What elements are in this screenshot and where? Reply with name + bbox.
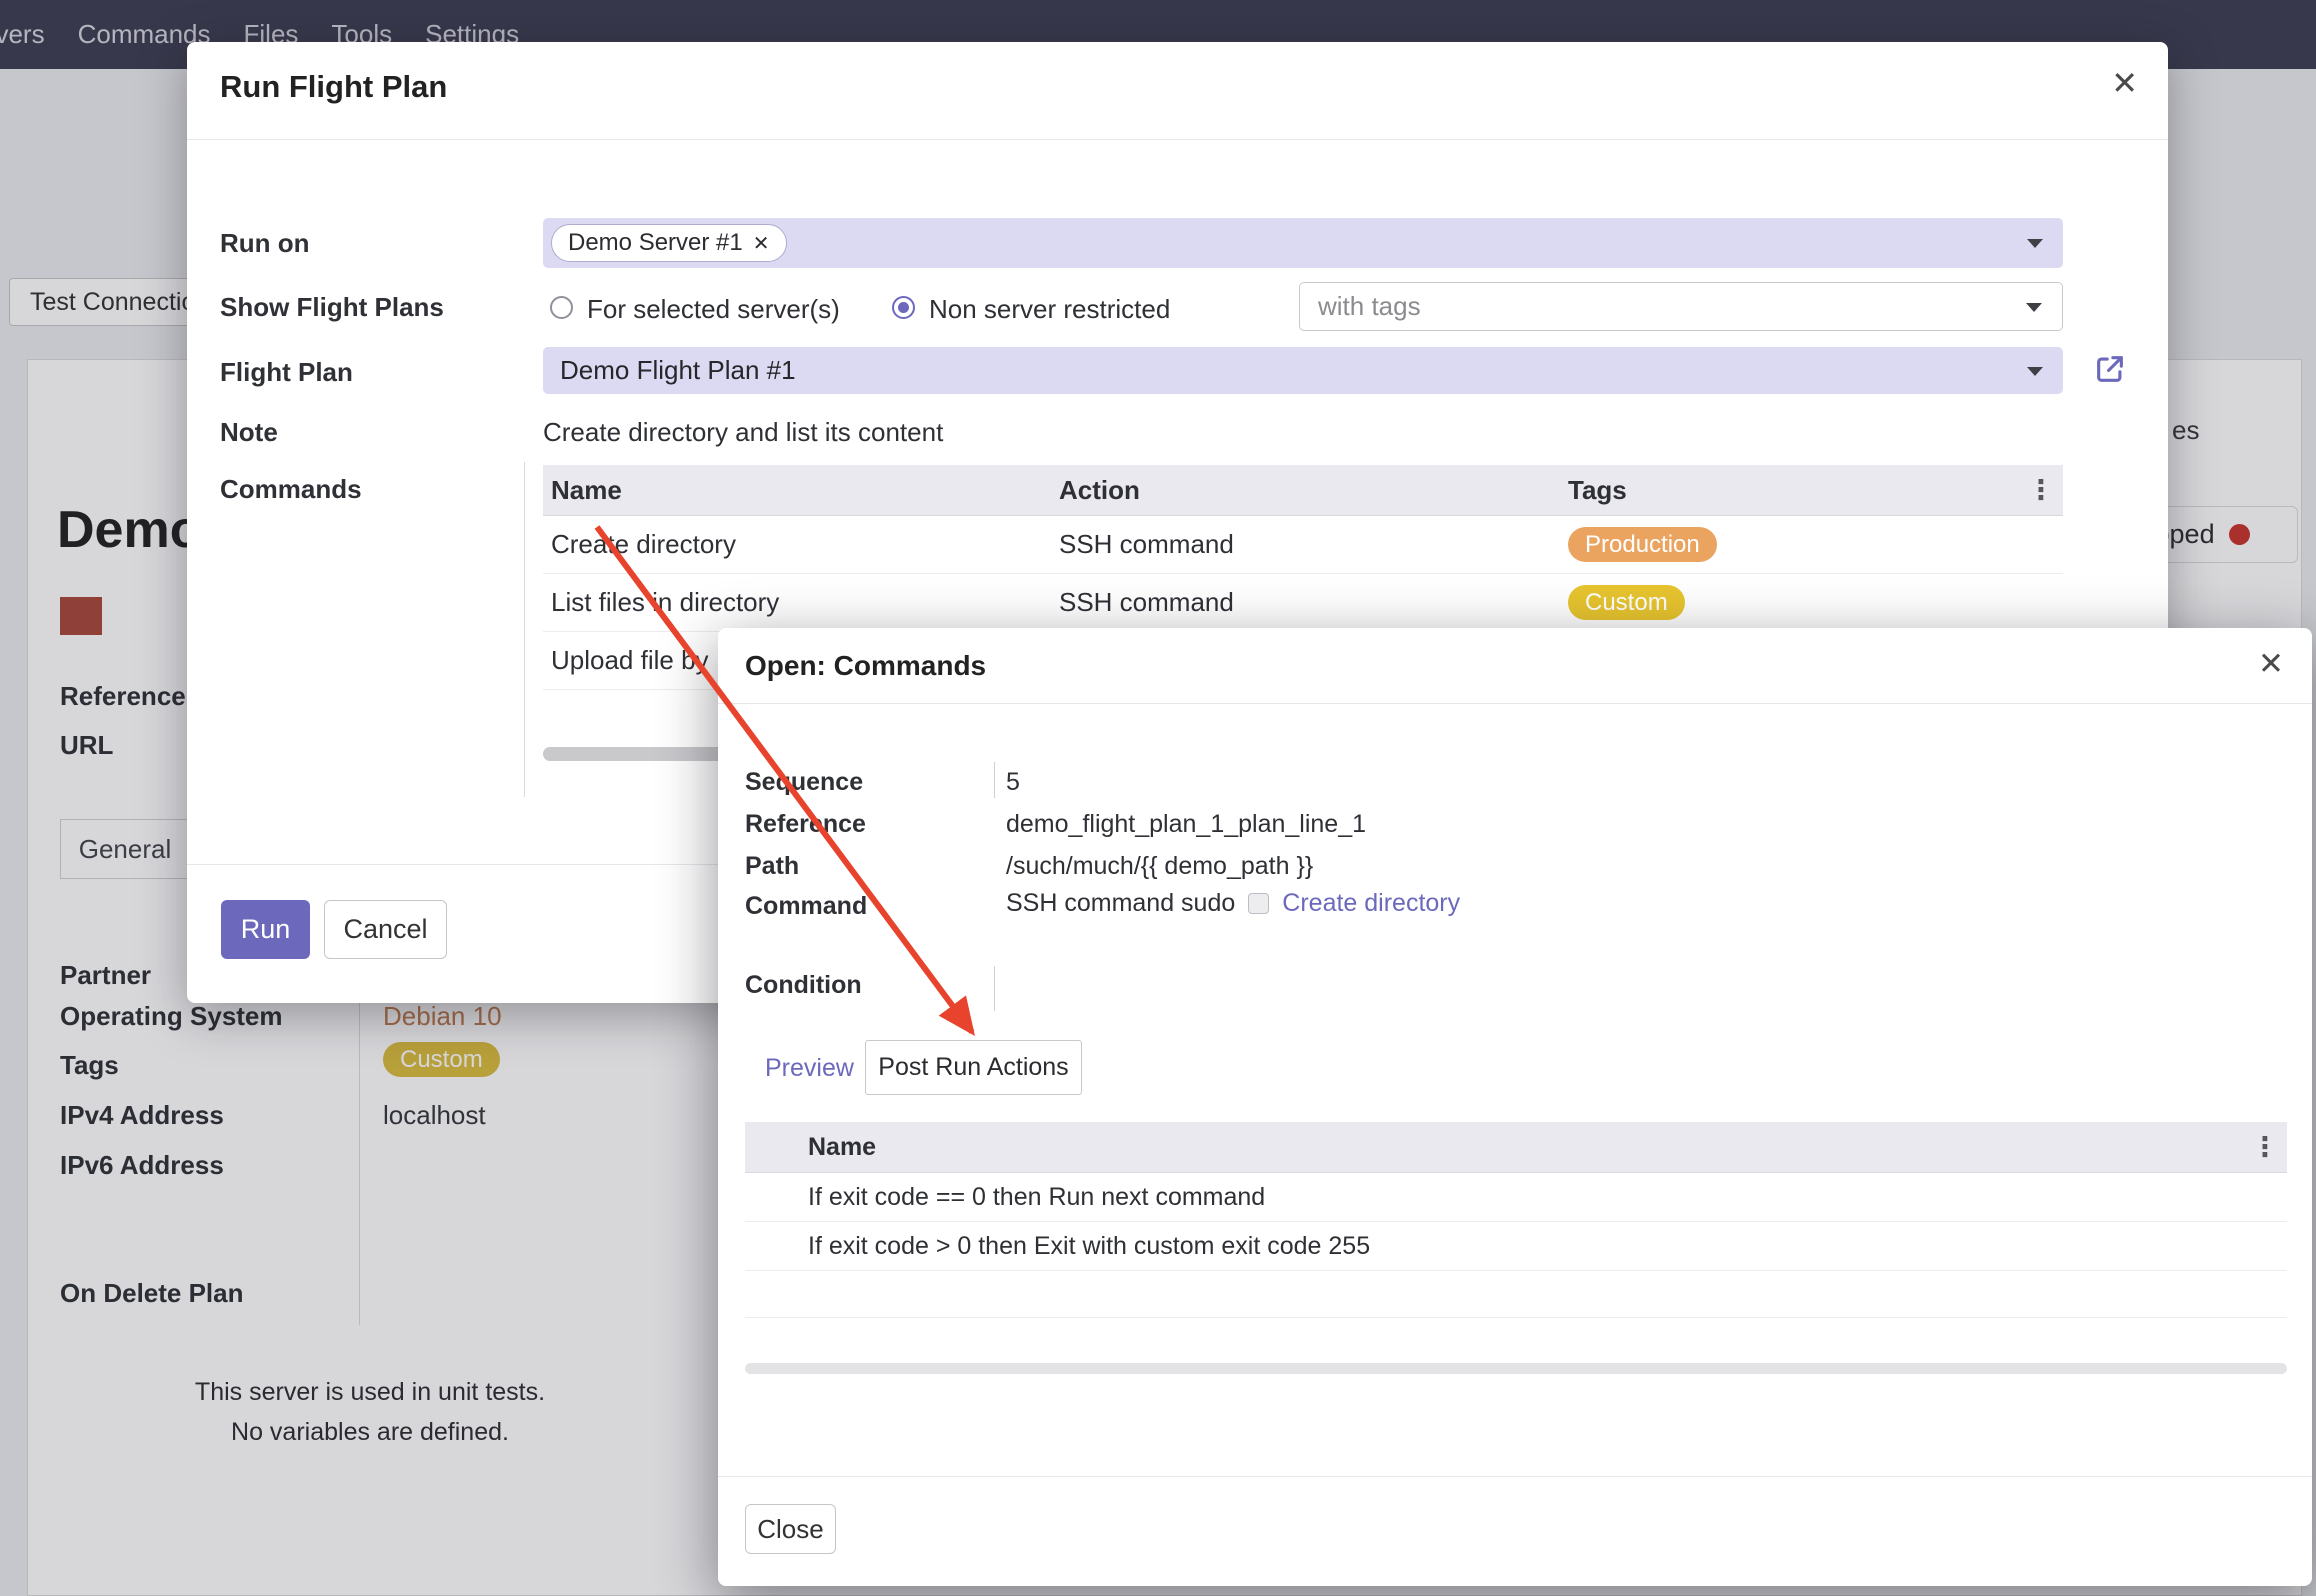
row-action: SSH command xyxy=(1059,587,1568,618)
note-value: Create directory and list its content xyxy=(543,417,943,448)
footer-divider xyxy=(718,1476,2312,1477)
chip-remove-icon[interactable]: ✕ xyxy=(753,231,770,256)
sequence-label: Sequence xyxy=(745,768,863,797)
tag-badge-production[interactable]: Production xyxy=(1568,527,1717,562)
chevron-down-icon xyxy=(2026,303,2042,312)
tab-post-run-actions-label: Post Run Actions xyxy=(878,1053,1068,1082)
close-button[interactable]: Close xyxy=(745,1504,836,1554)
path-value: /such/much/{{ demo_path }} xyxy=(1006,852,1313,881)
show-flight-plans-label: Show Flight Plans xyxy=(220,292,444,323)
command-value: SSH command sudo xyxy=(1006,889,1235,918)
radio-selected-servers-label[interactable]: For selected server(s) xyxy=(587,294,840,325)
chevron-down-icon xyxy=(2027,239,2043,248)
table-row[interactable]: If exit code == 0 then Run next command xyxy=(745,1173,2287,1222)
row-name: Create directory xyxy=(543,529,1059,560)
condition-label: Condition xyxy=(745,971,862,1000)
flight-plan-select[interactable]: Demo Flight Plan #1 xyxy=(543,347,2063,394)
with-tags-placeholder: with tags xyxy=(1318,291,1421,322)
run-button[interactable]: Run xyxy=(221,900,310,959)
create-directory-link[interactable]: Create directory xyxy=(1282,889,1460,918)
radio-non-restricted[interactable] xyxy=(892,296,915,319)
server-chip-label: Demo Server #1 xyxy=(568,229,743,257)
sequence-value: 5 xyxy=(1006,768,1020,797)
screen: Servers Commands Files Tools Settings Te… xyxy=(0,0,2316,1596)
reference-label: Reference xyxy=(745,810,866,839)
table-row[interactable]: If exit code > 0 then Exit with custom e… xyxy=(745,1222,2287,1271)
external-link-icon[interactable] xyxy=(2093,352,2127,386)
open-commands-modal: Open: Commands ✕ Sequence Reference Path… xyxy=(718,628,2312,1586)
col-header-name[interactable]: Name xyxy=(808,1133,2243,1162)
actions-table: Name ⋮ If exit code == 0 then Run next c… xyxy=(745,1122,2287,1318)
row-action: SSH command xyxy=(1059,529,1568,560)
action-row-name: If exit code == 0 then Run next command xyxy=(808,1183,2243,1212)
run-on-select[interactable]: Demo Server #1 ✕ xyxy=(543,218,2063,268)
cancel-button[interactable]: Cancel xyxy=(324,900,447,959)
header-divider xyxy=(718,703,2312,704)
note-label: Note xyxy=(220,417,278,448)
col-header-tags[interactable]: Tags xyxy=(1568,475,2019,506)
server-chip[interactable]: Demo Server #1 ✕ xyxy=(551,224,787,262)
horizontal-scrollbar[interactable] xyxy=(745,1363,2287,1374)
actions-table-header: Name ⋮ xyxy=(745,1122,2287,1173)
commands-table-header: Name Action Tags ⋮ xyxy=(543,465,2063,516)
table-row-empty[interactable] xyxy=(745,1271,2287,1318)
field-divider xyxy=(994,762,995,798)
col-header-action[interactable]: Action xyxy=(1059,475,1568,506)
run-modal-title: Run Flight Plan xyxy=(220,69,447,105)
with-tags-select[interactable]: with tags xyxy=(1299,282,2063,331)
radio-non-restricted-label[interactable]: Non server restricted xyxy=(929,294,1170,325)
table-row[interactable]: Create directory SSH command Production xyxy=(543,516,2063,574)
chevron-down-icon xyxy=(2027,367,2043,376)
flight-plan-label: Flight Plan xyxy=(220,357,353,388)
row-name: List files in directory xyxy=(543,587,1059,618)
tab-post-run-actions[interactable]: Post Run Actions xyxy=(865,1040,1082,1095)
radio-selected-servers[interactable] xyxy=(550,296,573,319)
col-header-name[interactable]: Name xyxy=(543,475,1059,506)
flight-plan-value: Demo Flight Plan #1 xyxy=(560,355,796,386)
column-options-icon[interactable]: ⋮ xyxy=(2019,475,2063,506)
command-label: Command xyxy=(745,892,867,921)
commands-label: Commands xyxy=(220,474,362,505)
reference-value: demo_flight_plan_1_plan_line_1 xyxy=(1006,810,1366,839)
command-row: SSH command sudo Create directory xyxy=(1006,886,1460,920)
action-row-name: If exit code > 0 then Exit with custom e… xyxy=(808,1232,2243,1261)
open-modal-title: Open: Commands xyxy=(745,650,986,682)
close-icon[interactable]: ✕ xyxy=(2111,67,2138,99)
run-on-label: Run on xyxy=(220,228,310,259)
label-column-divider xyxy=(524,462,525,797)
path-label: Path xyxy=(745,852,799,881)
header-divider xyxy=(187,139,2168,140)
tab-preview[interactable]: Preview xyxy=(765,1054,854,1083)
column-options-icon[interactable]: ⋮ xyxy=(2243,1132,2287,1163)
tag-badge-custom[interactable]: Custom xyxy=(1568,585,1685,620)
table-row[interactable]: List files in directory SSH command Cust… xyxy=(543,574,2063,632)
field-divider xyxy=(994,966,995,1011)
create-directory-checkbox[interactable] xyxy=(1248,893,1269,914)
close-icon[interactable]: ✕ xyxy=(2258,648,2284,679)
